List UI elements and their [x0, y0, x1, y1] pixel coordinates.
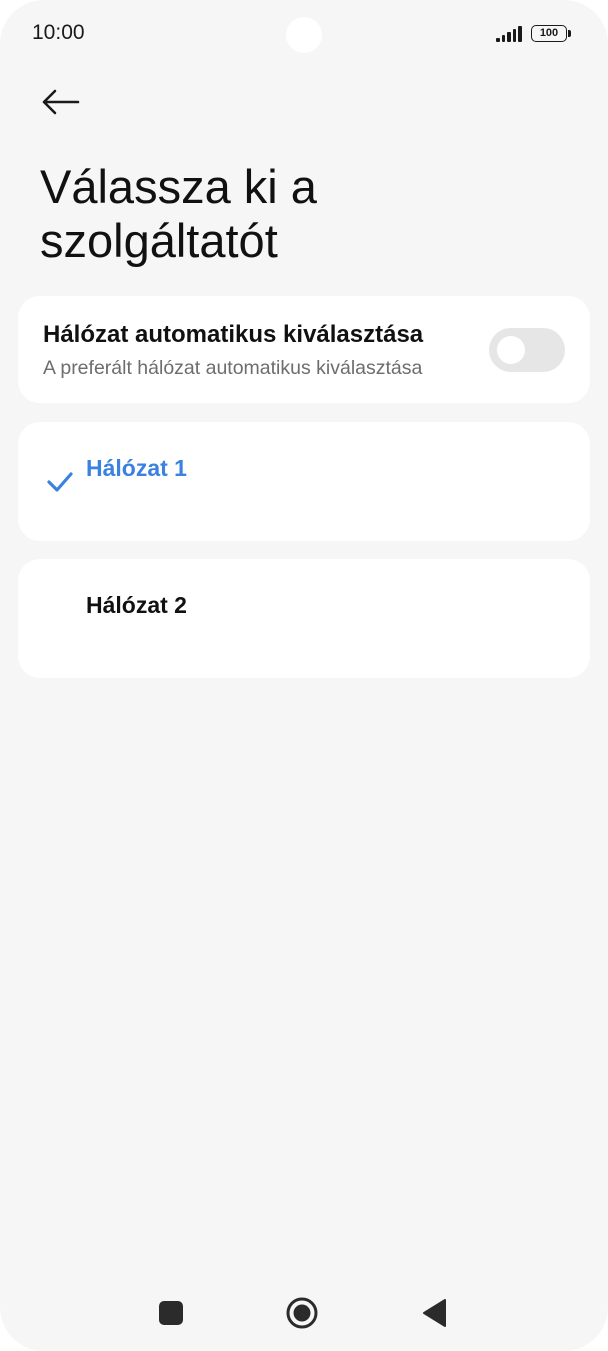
network-label: Hálózat 2 [86, 592, 187, 618]
page-title: Válassza ki a szolgáltatót [40, 160, 317, 267]
phone-screen: 10:00 100 Válassza ki a szolgáltatót Hál… [0, 0, 608, 1351]
camera-cutout [286, 17, 322, 53]
battery-tip [568, 30, 571, 37]
triangle-back-icon [423, 1299, 446, 1327]
signal-bars-icon [496, 26, 524, 42]
check-icon [47, 472, 73, 492]
circle-home-icon [286, 1297, 318, 1329]
toggle-knob [497, 336, 525, 364]
arrow-left-icon [42, 89, 80, 115]
recent-apps-button[interactable] [159, 1301, 183, 1325]
auto-select-toggle[interactable] [489, 328, 565, 372]
network-item-2[interactable]: Hálózat 2 [18, 559, 590, 678]
nav-back-button[interactable] [421, 1298, 447, 1328]
battery-icon: 100 [531, 25, 567, 42]
home-button[interactable] [286, 1297, 318, 1329]
auto-select-row[interactable]: Hálózat automatikus kiválasztása A prefe… [18, 296, 590, 403]
auto-select-title: Hálózat automatikus kiválasztása [43, 321, 424, 348]
status-time: 10:00 [32, 21, 85, 44]
network-item-1[interactable]: Hálózat 1 [18, 422, 590, 541]
back-button[interactable] [36, 80, 84, 124]
network-label: Hálózat 1 [86, 455, 187, 481]
auto-select-subtitle: A preferált hálózat automatikus kiválasz… [43, 357, 423, 379]
